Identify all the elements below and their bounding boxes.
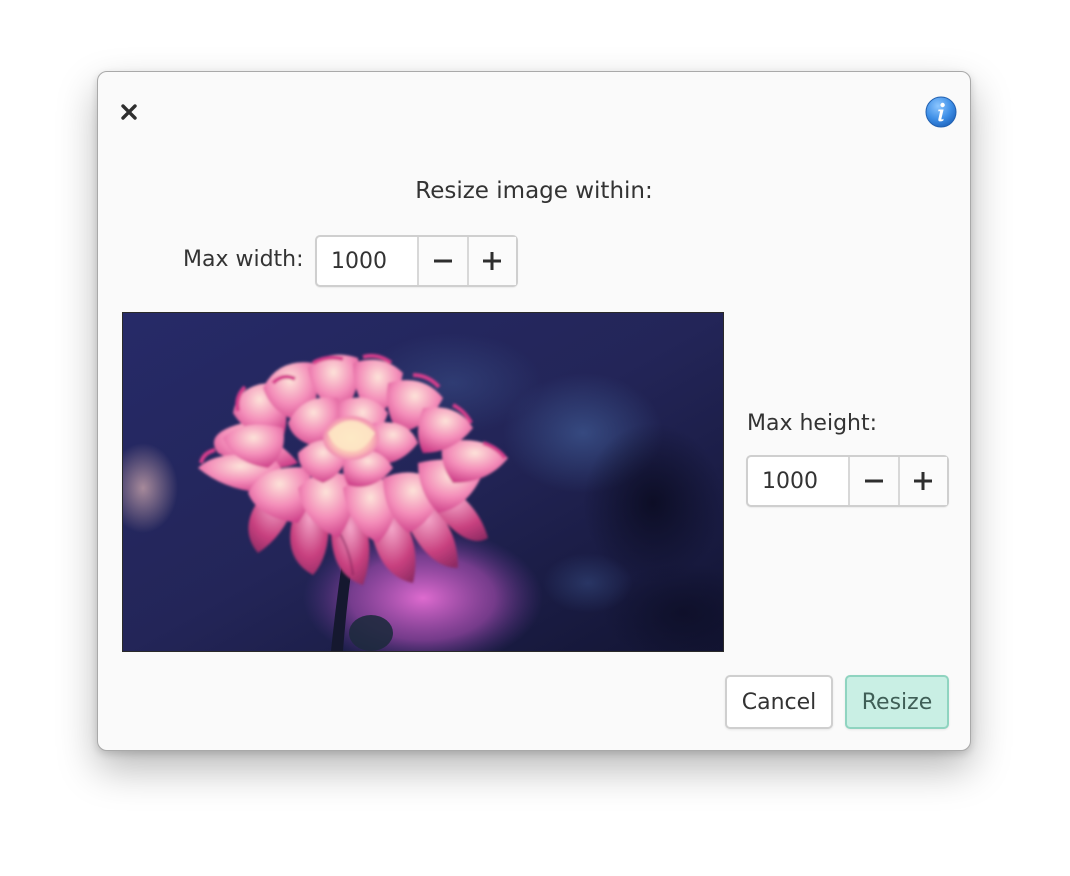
close-icon <box>121 104 137 120</box>
minus-icon <box>433 259 452 263</box>
max-width-input[interactable] <box>317 237 417 285</box>
resize-button[interactable]: Resize <box>845 675 949 729</box>
image-preview <box>122 312 724 652</box>
max-width-spinbox <box>315 235 518 287</box>
max-height-decrement-button[interactable] <box>848 457 898 505</box>
plus-icon <box>483 252 502 270</box>
max-height-spinbox <box>746 455 949 507</box>
cancel-button[interactable]: Cancel <box>725 675 833 729</box>
minus-icon <box>864 479 883 483</box>
max-height-increment-button[interactable] <box>897 457 947 505</box>
max-width-label: Max width: <box>183 247 304 272</box>
close-button[interactable] <box>116 99 142 125</box>
flower-photo <box>123 313 723 651</box>
plus-icon <box>914 472 933 490</box>
max-width-decrement-button[interactable] <box>417 237 467 285</box>
info-icon <box>925 96 957 128</box>
max-width-increment-button[interactable] <box>466 237 516 285</box>
max-height-label: Max height: <box>747 411 878 436</box>
dialog-heading: Resize image within: <box>415 178 653 204</box>
max-height-input[interactable] <box>748 457 848 505</box>
info-button[interactable] <box>925 96 957 128</box>
resize-dialog: Resize image within: Max width: 1000 Max… <box>97 71 971 751</box>
